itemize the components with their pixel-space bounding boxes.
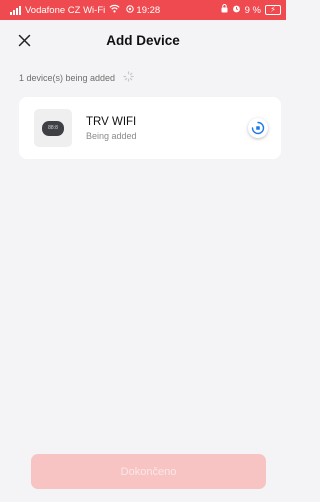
lock-rotation-icon (221, 4, 228, 16)
done-button[interactable]: Dokončeno (31, 454, 266, 489)
battery-icon: ⚡ (265, 5, 281, 15)
alarm-icon (232, 4, 241, 16)
progress-ring-icon (251, 121, 265, 135)
carrier-name: Vodafone CZ Wi-Fi (25, 4, 106, 16)
loading-spinner-icon (123, 71, 134, 84)
page-title: Add Device (106, 32, 180, 48)
status-bar-left: Vodafone CZ Wi-Fi (10, 4, 120, 16)
thumbnail-display: 88:8 (48, 125, 58, 131)
close-icon (18, 34, 30, 46)
location-icon (126, 4, 137, 16)
adding-progress: 1 device(s) being added (19, 71, 134, 84)
signal-icon (10, 5, 21, 15)
device-info: TRV WIFI Being added (86, 116, 248, 141)
battery-percent: 9 % (244, 4, 261, 16)
close-button[interactable] (12, 28, 36, 52)
device-name: TRV WIFI (86, 115, 137, 128)
status-bar: Vodafone CZ Wi-Fi 19:28 9 % ⚡ (0, 0, 286, 20)
wifi-icon (109, 4, 120, 16)
page-header: Add Device (0, 20, 286, 60)
adding-status-indicator (248, 118, 268, 138)
device-card: 88:8 TRV WIFI Being added (19, 97, 281, 159)
status-bar-right: 9 % ⚡ (221, 4, 281, 16)
device-thumbnail: 88:8 (34, 109, 72, 147)
thermostat-icon: 88:8 (42, 120, 64, 136)
device-status: Being added (86, 130, 137, 141)
adding-progress-text: 1 device(s) being added (19, 72, 116, 83)
status-time: 19:28 (136, 4, 161, 16)
